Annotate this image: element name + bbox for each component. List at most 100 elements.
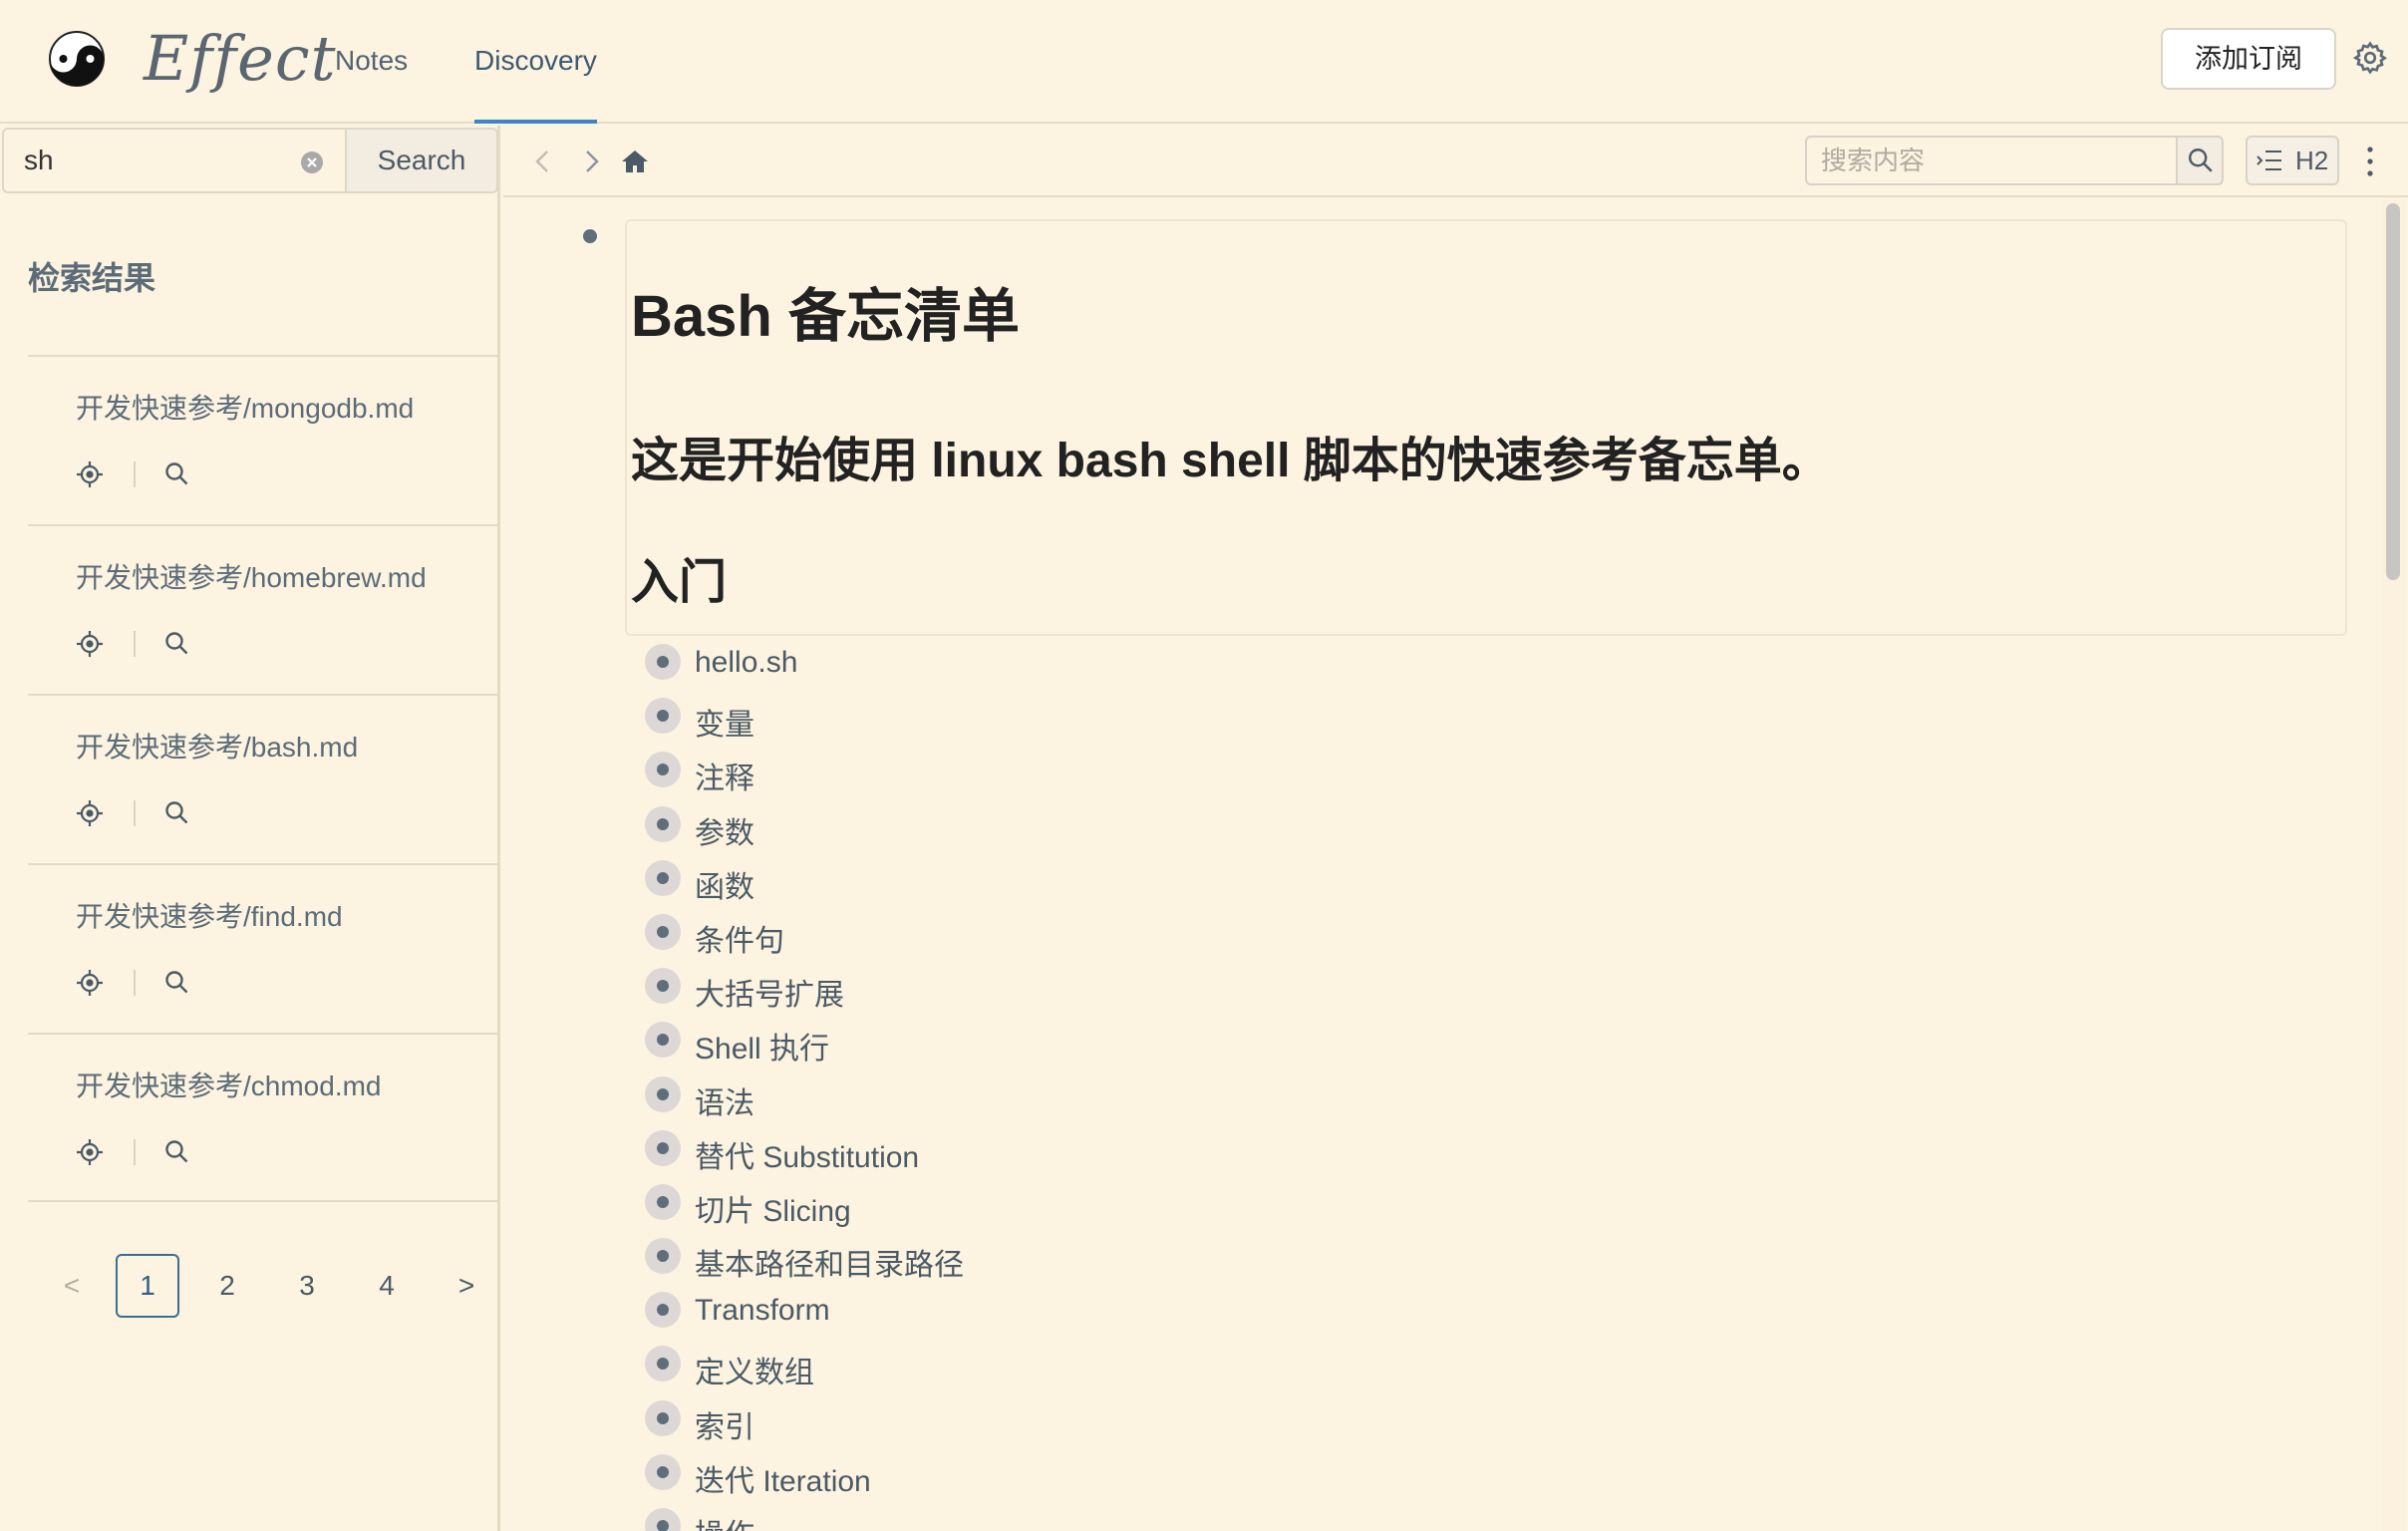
- more-vertical-icon[interactable]: [2361, 144, 2379, 179]
- list-item[interactable]: hello.sh: [645, 642, 2240, 696]
- result-path-link[interactable]: 开发快速参考/find.md: [76, 895, 343, 935]
- toc-list: hello.sh 变量 注释 参数 函数 条件句 大括号扩展 Shell 执行 …: [645, 642, 2240, 1531]
- search-button[interactable]: Search: [345, 128, 498, 193]
- list-item[interactable]: 操作: [645, 1506, 2240, 1531]
- list-item-label: 操作: [695, 1510, 754, 1531]
- result-item: 开发快速参考/chmod.md: [28, 1033, 500, 1202]
- content-search-input[interactable]: [1805, 136, 2178, 185]
- next-page-button[interactable]: >: [435, 1254, 498, 1318]
- search-icon[interactable]: [161, 967, 193, 999]
- bullet[interactable]: [645, 968, 681, 1005]
- pagination: < 1 2 3 4 >: [40, 1254, 488, 1318]
- content-search-button[interactable]: [2176, 136, 2224, 185]
- divider: [134, 1139, 136, 1165]
- result-item: 开发快速参考/homebrew.md: [28, 524, 500, 694]
- locate-icon[interactable]: [74, 459, 106, 490]
- top-bar: Effect Notes Discovery 添加订阅: [0, 0, 2408, 124]
- forward-icon[interactable]: [575, 146, 607, 177]
- list-item[interactable]: 函数: [645, 858, 2240, 912]
- bullet[interactable]: [645, 1292, 681, 1329]
- locate-icon[interactable]: [74, 1136, 106, 1168]
- page-2-button[interactable]: 2: [195, 1254, 259, 1318]
- search-icon[interactable]: [161, 459, 193, 490]
- result-path-link[interactable]: 开发快速参考/chmod.md: [76, 1065, 382, 1104]
- bullet[interactable]: [645, 1183, 681, 1220]
- search-icon[interactable]: [161, 628, 193, 660]
- list-item[interactable]: Shell 执行: [645, 1020, 2240, 1073]
- list-item[interactable]: 替代 Substitution: [645, 1128, 2240, 1182]
- result-item: 开发快速参考/bash.md: [28, 694, 500, 863]
- bullet[interactable]: [645, 752, 681, 788]
- list-item[interactable]: 注释: [645, 750, 2240, 803]
- search-icon[interactable]: [161, 797, 193, 829]
- tab-discovery[interactable]: Discovery: [474, 0, 597, 124]
- bullet[interactable]: [645, 1075, 681, 1112]
- divider: [134, 800, 136, 826]
- bullet[interactable]: [645, 913, 681, 950]
- search-input[interactable]: [24, 140, 283, 181]
- bullet[interactable]: [645, 1508, 681, 1531]
- list-item[interactable]: 变量: [645, 696, 2240, 750]
- search-box: [2, 128, 347, 193]
- list-item[interactable]: Transform: [645, 1290, 2240, 1344]
- list-item-label: 基本路径和目录路径: [695, 1249, 964, 1283]
- result-path-link[interactable]: 开发快速参考/bash.md: [76, 726, 358, 766]
- list-item-label: 函数: [695, 870, 754, 904]
- bullet[interactable]: [645, 1129, 681, 1166]
- prev-page-button[interactable]: <: [40, 1254, 104, 1318]
- result-path-link[interactable]: 开发快速参考/homebrew.md: [76, 556, 427, 596]
- result-path-link[interactable]: 开发快速参考/mongodb.md: [76, 387, 414, 427]
- page-3-button[interactable]: 3: [275, 1254, 339, 1318]
- list-item-label: hello.sh: [695, 646, 798, 679]
- result-list: 开发快速参考/mongodb.md 开发快速参考/homebrew.md 开发快…: [28, 355, 500, 1202]
- heading-level-label: H2: [2295, 146, 2329, 175]
- outline-level-button[interactable]: H2: [2246, 136, 2339, 185]
- result-item: 开发快速参考/find.md: [28, 863, 500, 1033]
- list-item-label: 注释: [695, 763, 754, 796]
- clear-icon[interactable]: [299, 150, 325, 175]
- result-item: 开发快速参考/mongodb.md: [28, 355, 500, 524]
- page-4-button[interactable]: 4: [355, 1254, 419, 1318]
- divider: [134, 631, 136, 657]
- list-item[interactable]: 定义数组: [645, 1344, 2240, 1397]
- list-item-label: Transform: [695, 1294, 830, 1328]
- bullet[interactable]: [645, 859, 681, 896]
- divider: [134, 970, 136, 996]
- list-item[interactable]: 大括号扩展: [645, 966, 2240, 1020]
- back-icon[interactable]: [527, 146, 559, 177]
- list-item[interactable]: 索引: [645, 1398, 2240, 1452]
- locate-icon[interactable]: [74, 628, 106, 660]
- gear-icon[interactable]: [2352, 40, 2388, 76]
- list-item[interactable]: 参数: [645, 804, 2240, 858]
- locate-icon[interactable]: [74, 967, 106, 999]
- list-item-label: 语法: [695, 1086, 754, 1120]
- locate-icon[interactable]: [74, 797, 106, 829]
- bullet[interactable]: [645, 644, 681, 680]
- bullet[interactable]: [645, 1453, 681, 1490]
- bullet[interactable]: [645, 1022, 681, 1059]
- list-item[interactable]: 语法: [645, 1074, 2240, 1128]
- document-content: Bash 备忘清单 这是开始使用 linux bash shell 脚本的快速参…: [503, 199, 2377, 1531]
- root-bullet[interactable]: [583, 229, 597, 243]
- add-subscription-button[interactable]: 添加订阅: [2161, 28, 2336, 90]
- list-item-label: Shell 执行: [695, 1033, 830, 1067]
- heading-block[interactable]: Bash 备忘清单 这是开始使用 linux bash shell 脚本的快速参…: [625, 219, 2347, 636]
- scrollbar-thumb[interactable]: [2386, 203, 2400, 580]
- bullet[interactable]: [645, 1238, 681, 1275]
- bullet[interactable]: [645, 1346, 681, 1382]
- search-icon: [2189, 149, 2213, 172]
- home-icon[interactable]: [619, 146, 651, 177]
- search-icon[interactable]: [161, 1136, 193, 1168]
- page-1-button[interactable]: 1: [116, 1254, 179, 1318]
- list-item[interactable]: 切片 Slicing: [645, 1182, 2240, 1236]
- bullet[interactable]: [645, 698, 681, 735]
- tab-notes[interactable]: Notes: [335, 0, 408, 124]
- list-item[interactable]: 基本路径和目录路径: [645, 1236, 2240, 1290]
- list-item[interactable]: 迭代 Iteration: [645, 1452, 2240, 1506]
- bullet[interactable]: [645, 805, 681, 842]
- list-item-label: 切片 Slicing: [695, 1194, 851, 1228]
- content-scrollbar[interactable]: [2382, 199, 2406, 1531]
- bullet[interactable]: [645, 1399, 681, 1436]
- list-item[interactable]: 条件句: [645, 912, 2240, 966]
- list-item-label: 变量: [695, 709, 754, 743]
